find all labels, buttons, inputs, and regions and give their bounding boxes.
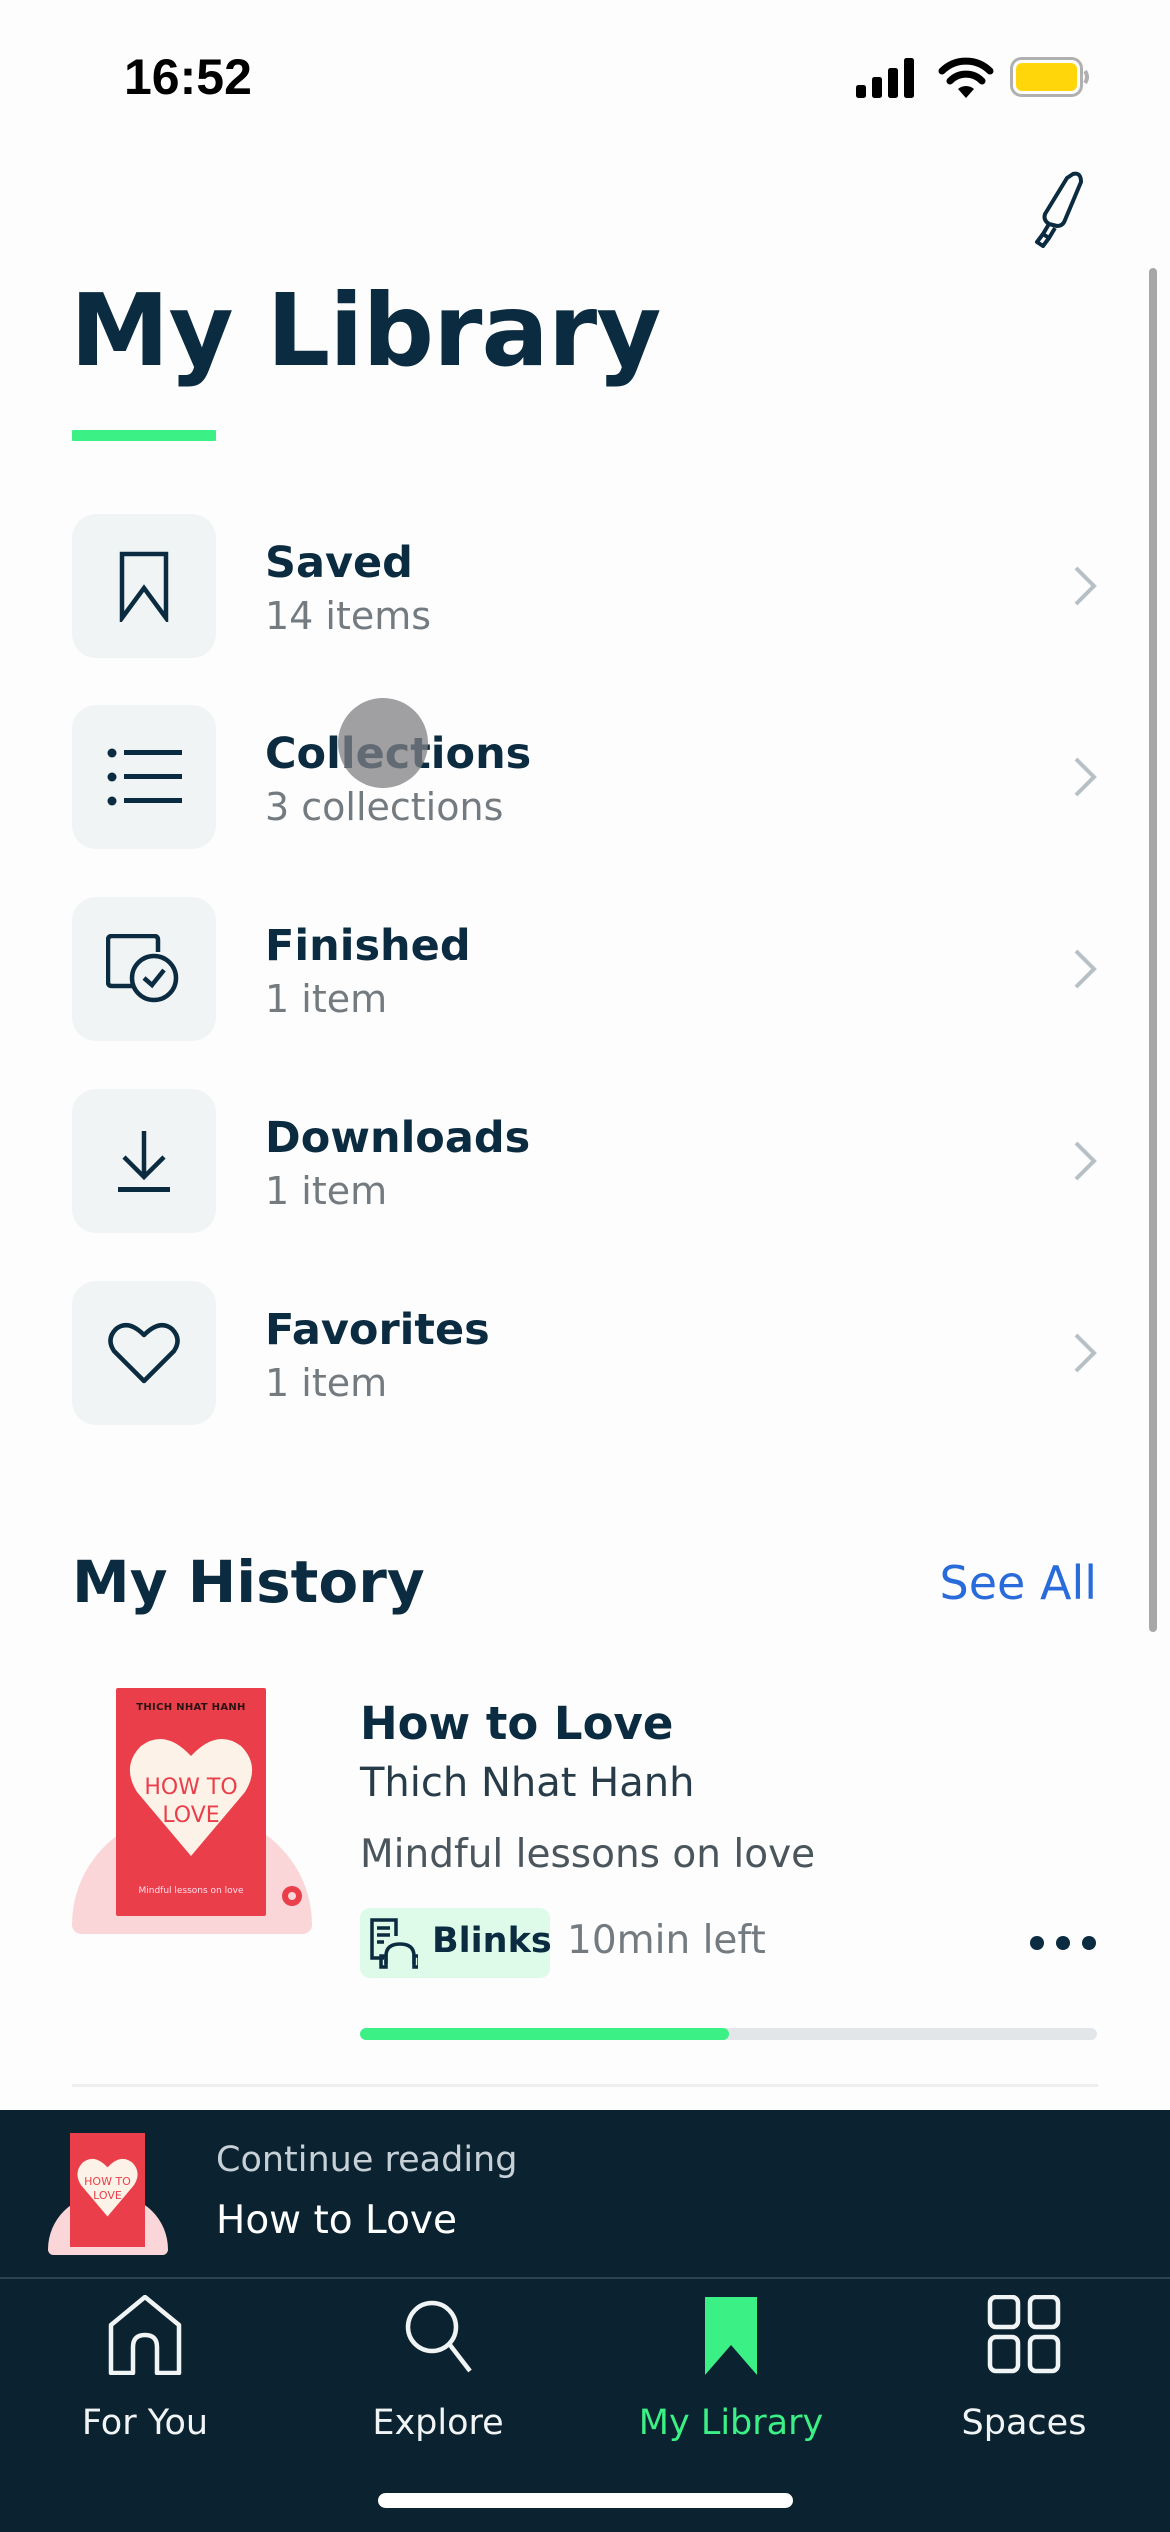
download-icon — [118, 1131, 170, 1192]
library-item-label: Downloads — [265, 1113, 531, 1163]
status-time: 16:52 — [124, 49, 252, 105]
cover-subtitle: Mindful lessons on love — [138, 1886, 244, 1896]
dot-icon — [1030, 1936, 1044, 1950]
reading-progress-bar — [360, 2028, 1097, 2040]
library-item-count: 1 item — [265, 1169, 388, 1213]
home-indicator[interactable] — [378, 2493, 793, 2508]
see-all-link[interactable]: See All — [940, 1556, 1097, 1610]
cover-image: HOW TO LOVE — [70, 2133, 145, 2247]
nav-divider — [0, 2277, 1170, 2279]
tab-my-library[interactable]: My Library — [621, 2295, 841, 2445]
bookmark-filled-icon — [705, 2297, 757, 2375]
icon-box — [72, 514, 216, 658]
chevron-right-icon — [1074, 1141, 1097, 1181]
spaces-grid-icon — [987, 2295, 1061, 2374]
cover-title: HOW TO LOVE — [116, 1774, 266, 1830]
blinkist-logo-icon — [282, 1886, 302, 1906]
battery-icon — [1010, 57, 1089, 97]
library-item-saved[interactable]: Saved 14 items — [72, 514, 1098, 658]
library-item-label: Saved — [265, 538, 413, 588]
library-item-favorites[interactable]: Favorites 1 item — [72, 1281, 1098, 1425]
library-item-finished[interactable]: Finished 1 item — [72, 897, 1098, 1041]
continue-reading-title[interactable]: How to Love — [216, 2198, 457, 2243]
icon-box — [72, 1281, 216, 1425]
book-title[interactable]: How to Love — [360, 1697, 673, 1750]
search-icon — [405, 2300, 472, 2373]
finished-check-icon — [106, 934, 179, 1003]
dot-icon — [1082, 1936, 1096, 1950]
library-item-count: 1 item — [265, 1361, 388, 1405]
tab-label: For You — [81, 2403, 209, 2443]
history-title: My History — [72, 1548, 425, 1616]
cover-author: THICH NHAT HANH — [136, 1702, 246, 1713]
chevron-right-icon — [1074, 566, 1097, 606]
title-underline — [72, 430, 216, 441]
divider — [72, 2084, 1098, 2087]
library-item-label: Finished — [265, 921, 471, 971]
cover-image: THICH NHAT HANH HOW TO LOVE Mindful less… — [116, 1688, 266, 1916]
blinks-text-audio-icon — [370, 1918, 418, 1969]
bookmark-icon — [119, 551, 169, 622]
continue-reading-cover[interactable]: HOW TO LOVE — [48, 2133, 168, 2255]
library-item-count: 14 items — [265, 594, 432, 638]
list-icon — [107, 748, 182, 806]
badge-label: Blinks — [432, 1921, 552, 1961]
icon-box — [72, 897, 216, 1041]
progress-fill — [360, 2028, 729, 2040]
continue-reading-label: Continue reading — [216, 2140, 518, 2180]
library-item-count: 3 collections — [265, 785, 504, 829]
heart-icon — [108, 1322, 180, 1384]
book-description: Mindful lessons on love — [360, 1832, 816, 1877]
dot-icon — [1056, 1936, 1070, 1950]
library-item-count: 1 item — [265, 977, 388, 1021]
tab-label: My Library — [638, 2403, 824, 2443]
icon-box — [72, 1089, 216, 1233]
tab-label: Explore — [372, 2403, 504, 2443]
cover-title-line: LOVE — [93, 2189, 122, 2202]
format-badge: Blinks — [360, 1908, 552, 1978]
time-left: 10min left — [567, 1918, 766, 1963]
wifi-icon — [938, 57, 994, 98]
more-options-button[interactable] — [1030, 1928, 1096, 1958]
touch-indicator — [338, 698, 428, 788]
book-cover[interactable]: THICH NHAT HANH HOW TO LOVE Mindful less… — [72, 1688, 312, 1934]
cover-title-line: HOW TO — [144, 1775, 238, 1800]
icon-box — [72, 705, 216, 849]
tab-for-you[interactable]: For You — [35, 2295, 255, 2445]
library-item-collections[interactable]: Collections 3 collections — [72, 705, 1098, 849]
tab-label: Spaces — [961, 2403, 1087, 2443]
tab-explore[interactable]: Explore — [328, 2295, 548, 2445]
cover-title-line: LOVE — [162, 1803, 220, 1828]
cellular-signal-icon — [856, 58, 914, 98]
book-author: Thich Nhat Hanh — [360, 1760, 695, 1806]
chevron-right-icon — [1074, 949, 1097, 989]
cover-title: HOW TO LOVE — [70, 2175, 145, 2203]
cover-title-line: HOW TO — [84, 2175, 131, 2188]
chevron-right-icon — [1074, 757, 1097, 797]
tab-spaces[interactable]: Spaces — [914, 2295, 1134, 2445]
home-icon — [108, 2295, 182, 2375]
library-item-label: Favorites — [265, 1305, 490, 1355]
scrollbar[interactable] — [1149, 268, 1157, 1632]
page-title: My Library — [70, 272, 661, 389]
chevron-right-icon — [1074, 1333, 1097, 1373]
library-item-downloads[interactable]: Downloads 1 item — [72, 1089, 1098, 1233]
highlighter-icon[interactable] — [1015, 168, 1095, 248]
